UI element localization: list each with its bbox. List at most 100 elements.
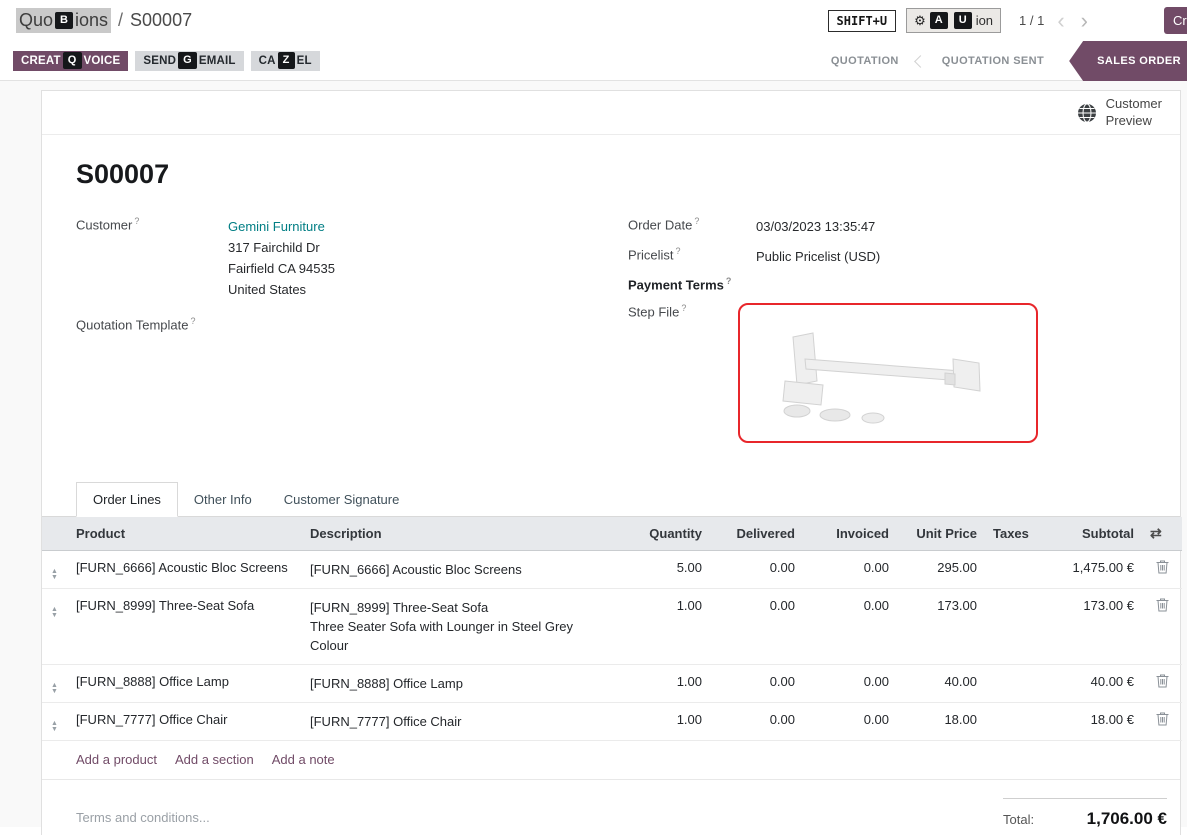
header-unit-price: Unit Price bbox=[897, 517, 985, 551]
cell-invoiced[interactable]: 0.00 bbox=[803, 551, 897, 589]
pricelist-value[interactable]: Public Pricelist (USD) bbox=[756, 246, 880, 267]
tab-order-lines[interactable]: Order Lines bbox=[76, 482, 178, 517]
add-note-link[interactable]: Add a note bbox=[272, 752, 335, 767]
cell-quantity[interactable]: 1.00 bbox=[620, 589, 710, 665]
field-label-customer: Customer? bbox=[76, 216, 228, 232]
stage-sales-order-active[interactable]: SALES ORDER bbox=[1069, 41, 1187, 81]
cell-quantity[interactable]: 1.00 bbox=[620, 703, 710, 741]
tab-other-info[interactable]: Other Info bbox=[178, 483, 268, 516]
action-menu-label: ion bbox=[976, 13, 993, 28]
cell-invoiced[interactable]: 0.00 bbox=[803, 703, 897, 741]
cell-taxes[interactable] bbox=[985, 551, 1040, 589]
total-amount: 1,706.00 € bbox=[1087, 809, 1167, 829]
cell-taxes[interactable] bbox=[985, 703, 1040, 741]
field-label-order-date: Order Date? bbox=[628, 216, 756, 232]
customer-link[interactable]: Gemini Furniture bbox=[228, 216, 335, 237]
cell-delivered[interactable]: 0.00 bbox=[710, 665, 803, 703]
form-toolbar: CREATQVOICE SENDGEMAIL CAZEL QUOTATION Q… bbox=[0, 41, 1187, 81]
cell-description[interactable]: [FURN_6666] Acoustic Bloc Screens bbox=[302, 551, 620, 589]
stage-quotation-sent[interactable]: QUOTATION SENT bbox=[925, 55, 1061, 67]
delete-line-icon[interactable] bbox=[1156, 598, 1169, 612]
cell-invoiced[interactable]: 0.00 bbox=[803, 589, 897, 665]
action-menu-button[interactable]: ⚙ A U ion bbox=[906, 8, 1001, 32]
header-description: Description bbox=[302, 517, 620, 551]
drag-handle-icon[interactable]: ▲▼ bbox=[51, 721, 58, 733]
field-label-payment-terms: Payment Terms? bbox=[628, 276, 756, 292]
cell-delivered[interactable]: 0.00 bbox=[710, 551, 803, 589]
delete-line-icon[interactable] bbox=[1156, 674, 1169, 688]
breadcrumb-quotations[interactable]: Quo B ions bbox=[16, 8, 111, 33]
corner-clipped-button[interactable]: Cr bbox=[1164, 7, 1187, 34]
cell-invoiced[interactable]: 0.00 bbox=[803, 665, 897, 703]
terms-placeholder[interactable]: Terms and conditions... bbox=[76, 810, 210, 825]
cell-delivered[interactable]: 0.00 bbox=[710, 703, 803, 741]
help-icon: ? bbox=[676, 246, 681, 256]
cell-quantity[interactable]: 1.00 bbox=[620, 665, 710, 703]
cell-product[interactable]: [FURN_7777] Office Chair bbox=[68, 703, 302, 741]
statusbar: QUOTATION QUOTATION SENT SALES ORDER bbox=[814, 41, 1187, 81]
cell-quantity[interactable]: 5.00 bbox=[620, 551, 710, 589]
order-line-row[interactable]: ▲▼ [FURN_6666] Acoustic Bloc Screens [FU… bbox=[42, 551, 1182, 589]
cell-taxes[interactable] bbox=[985, 589, 1040, 665]
order-lines-table: Product Description Quantity Delivered I… bbox=[42, 517, 1182, 741]
add-section-link[interactable]: Add a section bbox=[175, 752, 254, 767]
cell-product[interactable]: [FURN_8999] Three-Seat Sofa bbox=[68, 589, 302, 665]
cancel-button[interactable]: CAZEL bbox=[251, 51, 320, 71]
cell-subtotal: 40.00 € bbox=[1040, 665, 1142, 703]
step-file-image[interactable] bbox=[738, 303, 1038, 443]
shortcut-badge-u: U bbox=[954, 12, 972, 28]
record-title: S00007 bbox=[76, 159, 1146, 190]
customer-preview-label: Customer Preview bbox=[1106, 96, 1162, 129]
shortcut-badge-z: Z bbox=[278, 52, 295, 68]
pager-previous-icon[interactable]: ‹ bbox=[1054, 10, 1067, 32]
stage-quotation[interactable]: QUOTATION bbox=[814, 55, 916, 67]
shortcut-badge-g: G bbox=[178, 52, 197, 68]
help-icon: ? bbox=[694, 216, 699, 226]
cell-description[interactable]: [FURN_8999] Three-Seat Sofa Three Seater… bbox=[302, 589, 620, 665]
order-line-row[interactable]: ▲▼ [FURN_7777] Office Chair [FURN_7777] … bbox=[42, 703, 1182, 741]
cell-taxes[interactable] bbox=[985, 665, 1040, 703]
tab-customer-signature[interactable]: Customer Signature bbox=[268, 483, 416, 516]
kbd-hint-shift-u: SHIFT+U bbox=[828, 10, 897, 32]
order-line-row[interactable]: ▲▼ [FURN_8999] Three-Seat Sofa [FURN_899… bbox=[42, 589, 1182, 665]
cell-subtotal: 18.00 € bbox=[1040, 703, 1142, 741]
drag-handle-icon[interactable]: ▲▼ bbox=[51, 569, 58, 581]
breadcrumb-quotations-text-left: Quo bbox=[19, 10, 53, 31]
cell-unit-price[interactable]: 173.00 bbox=[897, 589, 985, 665]
control-panel: Quo B ions / S00007 SHIFT+U ⚙ A U ion 1 … bbox=[0, 0, 1187, 41]
cell-description[interactable]: [FURN_7777] Office Chair bbox=[302, 703, 620, 741]
header-invoiced: Invoiced bbox=[803, 517, 897, 551]
shortcut-badge-a: A bbox=[930, 12, 948, 28]
customer-preview-button[interactable]: Customer Preview bbox=[1077, 96, 1162, 129]
create-invoice-button[interactable]: CREATQVOICE bbox=[13, 51, 128, 71]
add-product-link[interactable]: Add a product bbox=[76, 752, 157, 767]
table-header-row: Product Description Quantity Delivered I… bbox=[42, 517, 1182, 551]
cell-delivered[interactable]: 0.00 bbox=[710, 589, 803, 665]
send-email-button[interactable]: SENDGEMAIL bbox=[135, 51, 243, 71]
cell-product[interactable]: [FURN_6666] Acoustic Bloc Screens bbox=[68, 551, 302, 589]
form-sheet: Customer Preview S00007 Customer? Gemini… bbox=[41, 90, 1181, 835]
cell-description[interactable]: [FURN_8888] Office Lamp bbox=[302, 665, 620, 703]
optional-columns-icon[interactable]: ⇄ bbox=[1150, 525, 1162, 541]
pager-next-icon[interactable]: › bbox=[1078, 10, 1091, 32]
step-file-3d-render bbox=[773, 321, 1003, 426]
cell-product[interactable]: [FURN_8888] Office Lamp bbox=[68, 665, 302, 703]
delete-line-icon[interactable] bbox=[1156, 560, 1169, 574]
order-line-row[interactable]: ▲▼ [FURN_8888] Office Lamp [FURN_8888] O… bbox=[42, 665, 1182, 703]
cell-unit-price[interactable]: 18.00 bbox=[897, 703, 985, 741]
cell-unit-price[interactable]: 295.00 bbox=[897, 551, 985, 589]
drag-handle-icon[interactable]: ▲▼ bbox=[51, 607, 58, 619]
cell-unit-price[interactable]: 40.00 bbox=[897, 665, 985, 703]
help-icon: ? bbox=[191, 316, 196, 326]
shortcut-badge-q: Q bbox=[63, 52, 82, 68]
globe-icon bbox=[1077, 103, 1097, 123]
order-date-value[interactable]: 03/03/2023 13:35:47 bbox=[756, 216, 875, 237]
breadcrumb-quotations-text-right: ions bbox=[75, 10, 108, 31]
breadcrumb: Quo B ions / S00007 bbox=[16, 8, 192, 33]
drag-handle-icon[interactable]: ▲▼ bbox=[51, 683, 58, 695]
order-total: Total: 1,706.00 € bbox=[1003, 798, 1167, 829]
delete-line-icon[interactable] bbox=[1156, 712, 1169, 726]
cell-subtotal: 1,475.00 € bbox=[1040, 551, 1142, 589]
control-panel-right: SHIFT+U ⚙ A U ion 1 / 1 ‹ › bbox=[828, 8, 1091, 32]
header-taxes: Taxes bbox=[985, 517, 1040, 551]
